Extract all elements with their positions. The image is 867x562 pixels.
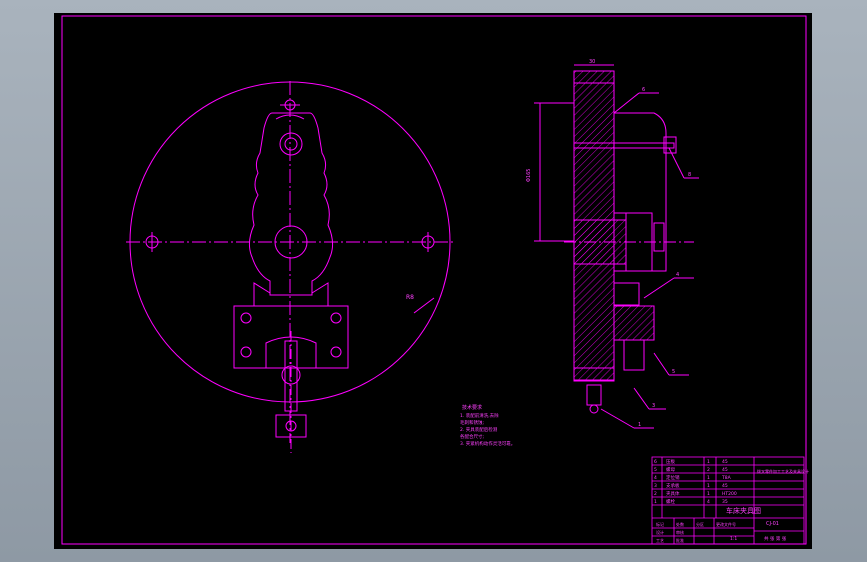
cad-drawing: R8 技术要求 1. 装配前清洗,去除 毛刺和锈蚀; 2. 夹具装配后检测 各配… — [61, 15, 809, 545]
drawing-name: 车床夹具图 — [726, 506, 761, 515]
plan-view: R8 — [126, 81, 456, 453]
part-name: 螺栓 — [666, 498, 675, 505]
part-name: 夹具体 — [666, 490, 680, 497]
part-qty: 4 — [707, 499, 710, 505]
part-no: 3 — [654, 483, 657, 489]
part-qty: 1 — [707, 475, 710, 481]
technical-notes: 技术要求 1. 装配前清洗,去除 毛刺和锈蚀; 2. 夹具装配后检测 各配合尺寸… — [460, 404, 515, 447]
sign-label: 审核 — [676, 529, 684, 535]
balloon-label: 4 — [676, 272, 679, 278]
note-line: 毛刺和锈蚀; — [460, 419, 484, 426]
revision-label: 处数 — [676, 521, 684, 527]
sign-label: 设计 — [656, 529, 664, 535]
support-plate — [613, 305, 655, 341]
part-name: 螺母 — [666, 466, 675, 473]
revision-label: 分区 — [696, 521, 704, 527]
base-nut — [586, 384, 602, 406]
revision-label: 标记 — [656, 521, 664, 527]
part-material: 45 — [722, 483, 728, 489]
top-boss — [279, 132, 303, 156]
balloon-label: 3 — [652, 403, 655, 409]
part-name: 定位销 — [666, 474, 680, 481]
part-no: 2 — [654, 491, 657, 497]
part-material: T8A — [721, 475, 732, 481]
dim-left: Φ165 — [526, 169, 532, 182]
part-qty: 2 — [707, 467, 710, 473]
school-name: 拨叉零件加工工艺及夹具设计 — [757, 468, 809, 474]
note-line: 3. 夹紧机构动作灵活可靠。 — [460, 440, 515, 447]
sign-label: 工艺 — [656, 538, 664, 543]
part-no: 4 — [654, 475, 657, 481]
title-block: 6 压板 1 45 5 螺母 2 45 4 定位销 1 T8A 3 支承板 1 … — [651, 456, 809, 545]
note-line: 1. 装配前清洗,去除 — [460, 412, 499, 419]
part-qty: 1 — [707, 459, 710, 465]
radius-label: R8 — [406, 294, 414, 301]
part-no: 5 — [654, 467, 657, 473]
part-name: 压板 — [666, 458, 675, 465]
section-view: 30 Φ165 6 8 4 5 3 1 — [526, 59, 699, 429]
balloon-label: 1 — [638, 422, 641, 428]
note-line: 各配合尺寸; — [460, 433, 484, 440]
balloon-label: 5 — [672, 369, 675, 375]
notes-title: 技术要求 — [462, 404, 482, 411]
part-name: 支承板 — [666, 482, 680, 489]
revision-label: 更改文件号 — [716, 521, 736, 527]
part-no: 6 — [654, 459, 657, 465]
part-no: 1 — [654, 499, 657, 505]
sign-label: 批准 — [676, 537, 684, 543]
balloon-label: 8 — [688, 172, 691, 178]
part-qty: 1 — [707, 483, 710, 489]
workpiece-outline — [248, 112, 334, 296]
part-material: 45 — [722, 467, 728, 473]
scale-value: 1:1 — [730, 536, 737, 542]
note-line: 2. 夹具装配后检测 — [460, 426, 498, 433]
part-material: HT200 — [722, 491, 737, 497]
part-material: 35 — [722, 499, 728, 505]
drawing-number: CJ-01 — [766, 521, 779, 527]
part-material: 45 — [722, 459, 728, 465]
cad-viewport[interactable]: R8 技术要求 1. 装配前清洗,去除 毛刺和锈蚀; 2. 夹具装配后检测 各配… — [54, 13, 812, 549]
dim-top: 30 — [589, 59, 595, 65]
part-qty: 1 — [707, 491, 710, 497]
balloon-label: 6 — [642, 87, 645, 93]
locating-pin — [573, 219, 627, 265]
sheet-info: 共 张 第 张 — [764, 535, 787, 542]
